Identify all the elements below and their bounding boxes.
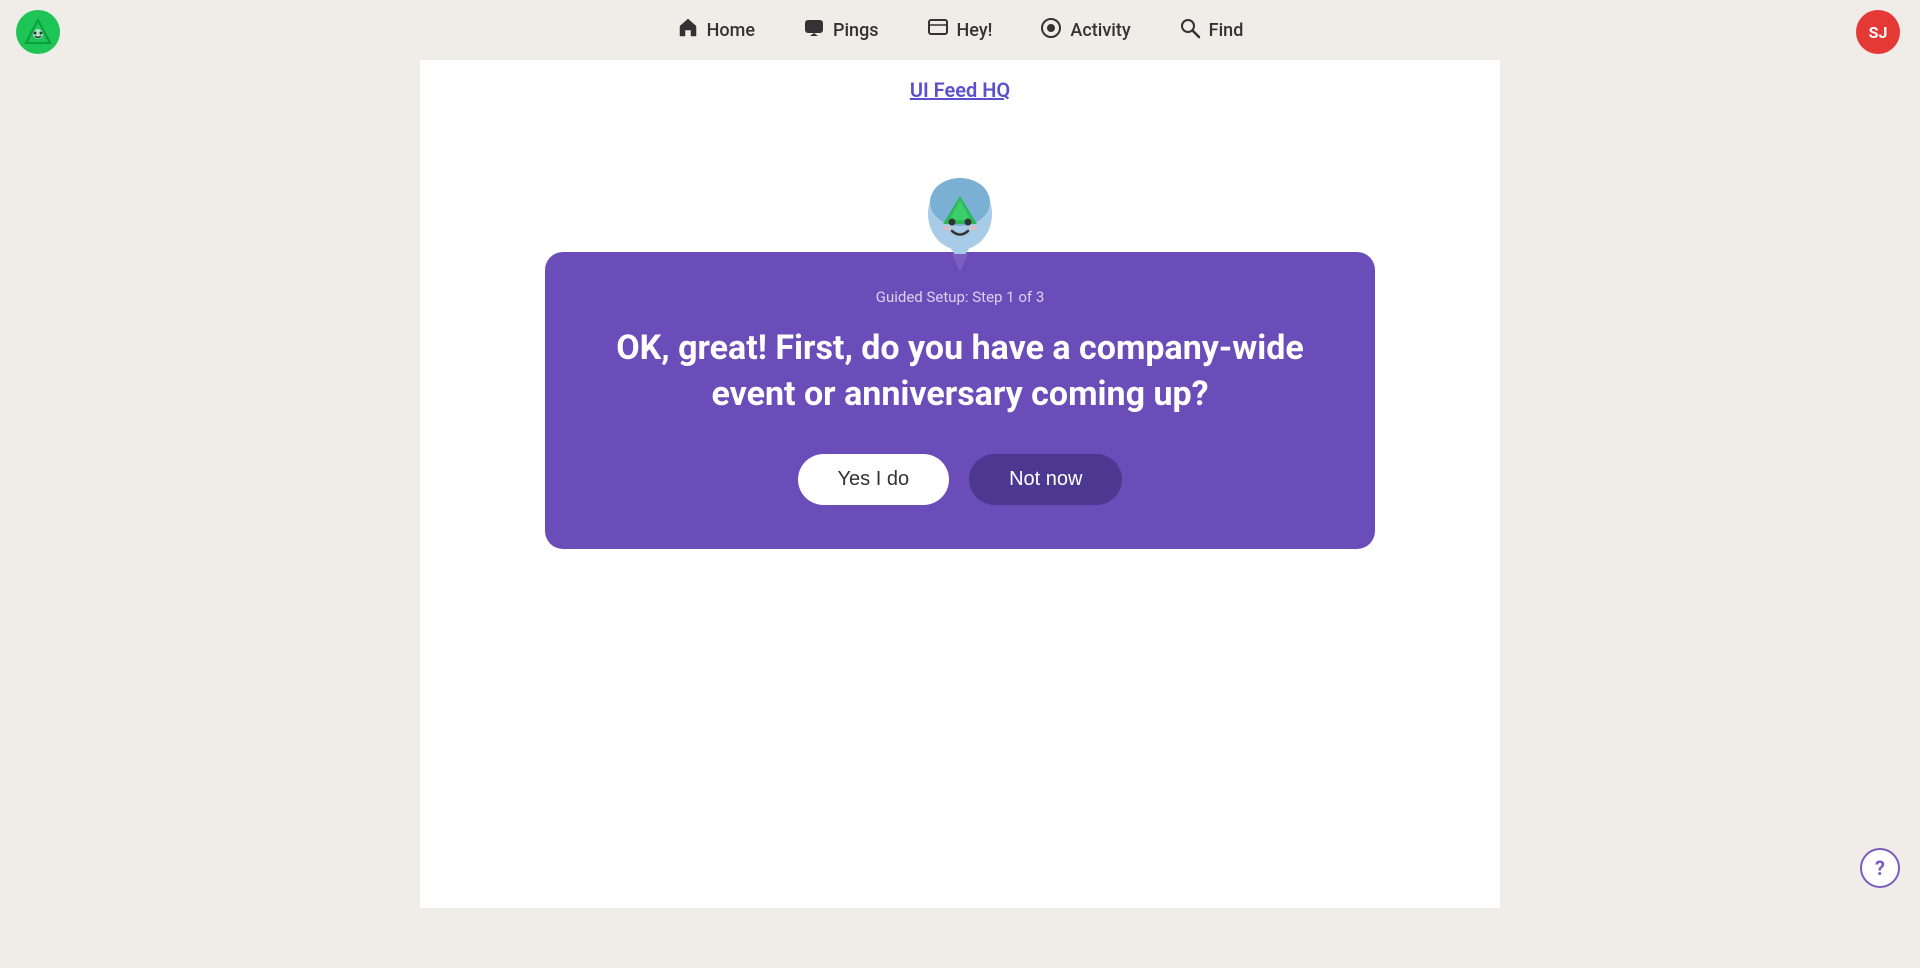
nav-hey[interactable]: Hey! (927, 17, 993, 44)
app-logo[interactable] (16, 10, 60, 54)
step-label: Guided Setup: Step 1 of 3 (876, 288, 1045, 306)
yes-button[interactable]: Yes I do (798, 454, 950, 505)
setup-card: Guided Setup: Step 1 of 3 OK, great! Fir… (545, 252, 1375, 549)
nav-find[interactable]: Find (1179, 17, 1244, 44)
nav-pings-label: Pings (833, 20, 879, 41)
nav-hey-label: Hey! (957, 20, 993, 41)
mascot-container (905, 162, 1015, 272)
help-icon: ? (1875, 856, 1885, 880)
panel-title[interactable]: UI Feed HQ (910, 78, 1010, 102)
activity-icon (1040, 17, 1062, 44)
top-nav: Home Pings Hey! Activity (0, 0, 1920, 60)
nav-home[interactable]: Home (677, 17, 755, 44)
not-now-button[interactable]: Not now (969, 454, 1122, 505)
nav-activity-label: Activity (1070, 20, 1130, 41)
help-button[interactable]: ? (1860, 848, 1900, 888)
buttons-row: Yes I do Not now (798, 454, 1123, 505)
main-content: UI Feed HQ (0, 60, 1920, 908)
nav-find-label: Find (1209, 20, 1244, 41)
user-avatar[interactable]: SJ (1856, 10, 1900, 54)
nav-activity[interactable]: Activity (1040, 17, 1130, 44)
hey-icon (927, 17, 949, 44)
pings-icon (803, 17, 825, 44)
find-icon (1179, 17, 1201, 44)
nav-pings[interactable]: Pings (803, 17, 879, 44)
question-text: OK, great! First, do you have a company-… (605, 326, 1315, 418)
home-icon (677, 17, 699, 44)
avatar-initials: SJ (1869, 23, 1888, 42)
mascot-icon (905, 162, 1015, 272)
content-panel: UI Feed HQ (420, 60, 1500, 908)
nav-home-label: Home (707, 20, 755, 41)
